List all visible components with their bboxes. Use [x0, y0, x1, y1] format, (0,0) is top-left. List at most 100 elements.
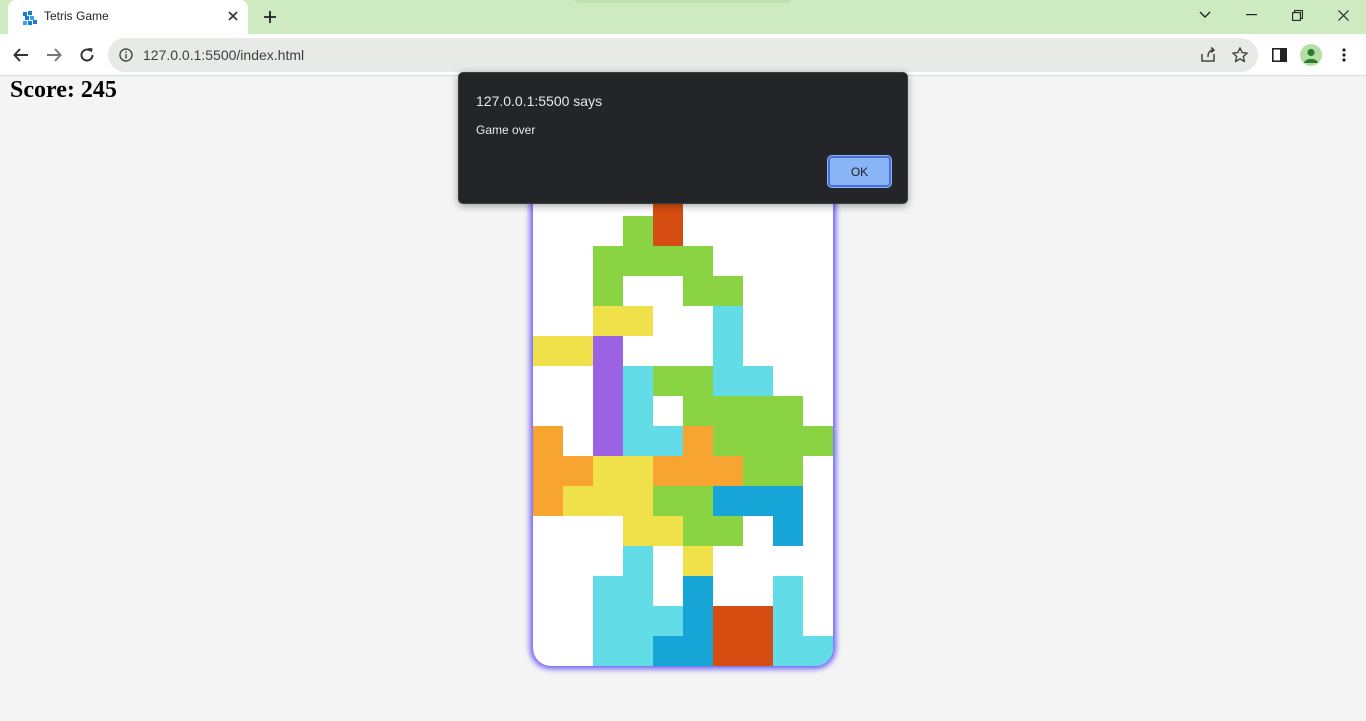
board-cell: [743, 636, 773, 666]
address-bar[interactable]: 127.0.0.1:5500/index.html: [108, 38, 1258, 72]
score-value: 245: [80, 77, 117, 103]
score-display: Score: 245: [10, 77, 117, 104]
new-tab-button[interactable]: [258, 5, 282, 29]
board-cell: [713, 486, 743, 516]
board-cell: [713, 276, 743, 306]
board-cell: [653, 456, 683, 486]
dialog-title: 127.0.0.1:5500 says: [476, 93, 603, 109]
board-cell: [623, 306, 653, 336]
board-cell: [623, 636, 653, 666]
close-icon: [1337, 9, 1349, 21]
board-cell: [773, 606, 803, 636]
board-cell: [593, 366, 623, 396]
board-cell: [683, 456, 713, 486]
board-cell: [773, 456, 803, 486]
profile-button[interactable]: [1300, 44, 1322, 66]
share-icon[interactable]: [1199, 46, 1217, 64]
board-cell: [593, 456, 623, 486]
board-cell: [623, 396, 653, 426]
board-cell: [623, 366, 653, 396]
close-window-button[interactable]: [1320, 0, 1366, 30]
board-cell: [653, 246, 683, 276]
minimize-icon: [1245, 14, 1257, 16]
menu-button[interactable]: [1333, 44, 1355, 66]
back-button[interactable]: [9, 43, 33, 67]
board-cell: [623, 546, 653, 576]
alert-dialog: 127.0.0.1:5500 says Game over OK: [458, 72, 908, 204]
board-cell: [623, 486, 653, 516]
board-cell: [623, 246, 653, 276]
board-cell: [803, 426, 833, 456]
arrow-left-icon: [13, 48, 28, 62]
tetris-favicon-icon: [23, 11, 37, 25]
board-cell: [533, 336, 563, 366]
board-cell: [623, 576, 653, 606]
board-cell: [593, 336, 623, 366]
board-cell: [713, 306, 743, 336]
board-cell: [593, 636, 623, 666]
board-cell: [653, 486, 683, 516]
board-cell: [713, 606, 743, 636]
forward-button[interactable]: [42, 43, 66, 67]
board-cell: [713, 456, 743, 486]
board-cell: [713, 396, 743, 426]
tab-title: Tetris Game: [44, 9, 109, 23]
reload-button[interactable]: [75, 43, 99, 67]
board-cell: [743, 426, 773, 456]
board-cell: [533, 426, 563, 456]
chevron-down-icon: [1199, 11, 1211, 18]
avatar-icon: [1300, 44, 1322, 66]
board-cell: [743, 396, 773, 426]
board-cell: [683, 576, 713, 606]
board-cell: [623, 456, 653, 486]
board-cell: [593, 246, 623, 276]
restore-button[interactable]: [1274, 0, 1320, 30]
browser-toolbar: 127.0.0.1:5500/index.html: [0, 34, 1366, 76]
dialog-message: Game over: [476, 123, 536, 137]
board-cell: [623, 516, 653, 546]
board-cell: [593, 576, 623, 606]
board-cell: [743, 456, 773, 486]
board-cell: [713, 366, 743, 396]
board-cell: [803, 636, 833, 666]
board-cell: [593, 396, 623, 426]
board-cell: [593, 306, 623, 336]
board-cell: [563, 336, 593, 366]
board-cell: [653, 216, 683, 246]
board-cell: [683, 486, 713, 516]
board-cell: [593, 276, 623, 306]
board-cell: [683, 246, 713, 276]
board-cell: [653, 606, 683, 636]
tab-close-icon[interactable]: [224, 7, 242, 25]
board-cell: [623, 426, 653, 456]
board-cell: [623, 606, 653, 636]
board-cell: [713, 336, 743, 366]
arrow-right-icon: [47, 48, 62, 62]
side-panel-button[interactable]: [1268, 44, 1290, 66]
board-cell: [683, 516, 713, 546]
tab-search-button[interactable]: [1182, 0, 1228, 30]
tab-drag-area: [575, 0, 790, 3]
board-cell: [683, 426, 713, 456]
board-cell: [683, 606, 713, 636]
board-cell: [773, 426, 803, 456]
reload-icon: [80, 48, 94, 62]
board-cell: [773, 486, 803, 516]
info-icon[interactable]: [119, 48, 133, 62]
board-cell: [533, 456, 563, 486]
board-cell: [773, 576, 803, 606]
ok-button[interactable]: OK: [828, 156, 891, 187]
score-label: Score:: [10, 77, 75, 103]
board-cell: [653, 516, 683, 546]
board-cell: [683, 546, 713, 576]
board-cell: [593, 606, 623, 636]
board-cell: [743, 606, 773, 636]
star-icon[interactable]: [1231, 46, 1249, 64]
browser-tab[interactable]: Tetris Game: [8, 0, 248, 34]
board-cell: [653, 426, 683, 456]
minimize-button[interactable]: [1228, 0, 1274, 30]
board-cell: [563, 456, 593, 486]
kebab-menu-icon: [1342, 48, 1346, 62]
url-text[interactable]: 127.0.0.1:5500/index.html: [143, 47, 304, 63]
board-cell: [773, 396, 803, 426]
